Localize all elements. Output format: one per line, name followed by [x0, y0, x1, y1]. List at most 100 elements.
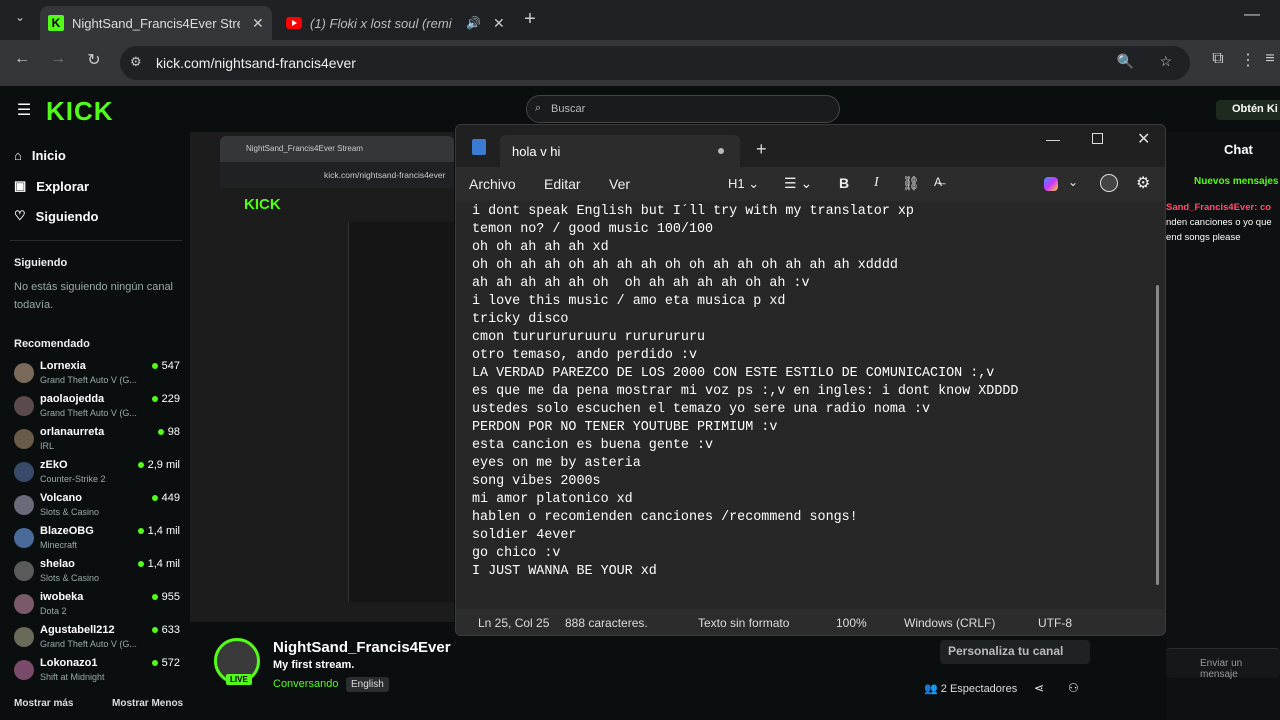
tab-kick[interactable]: K NightSand_Francis4Ever Stream ✕	[40, 6, 272, 40]
avatar	[14, 660, 34, 680]
close-icon[interactable]: ✕	[1137, 129, 1150, 149]
chat-title: Chat	[1224, 142, 1253, 157]
nav-following[interactable]: ♡ Siguiendo	[14, 208, 99, 224]
menu-editar[interactable]: Editar	[544, 176, 581, 192]
browser-toolbar: ← → ↻ ⚙ kick.com/nightsand-francis4ever …	[0, 40, 1280, 86]
notepad-editor[interactable]: i dont speak English but I´ll try with m…	[472, 203, 1152, 603]
channel-name[interactable]: NightSand_Francis4Ever	[273, 639, 451, 656]
channel-category: Slots & Casino	[40, 573, 100, 583]
customize-channel-button[interactable]: Personaliza tu canal	[940, 640, 1090, 664]
zoom-level[interactable]: 100%	[836, 616, 867, 630]
kick-favicon-icon: K	[48, 15, 64, 31]
share-icon[interactable]: ⋖	[1034, 681, 1044, 695]
hamburger-icon[interactable]: ☰	[12, 100, 36, 120]
get-kick-button[interactable]: Obtén Ki	[1216, 100, 1280, 120]
unsaved-dot-icon	[718, 148, 724, 154]
close-icon[interactable]: ✕	[493, 15, 505, 32]
chevron-down-icon[interactable]: ⌄	[1068, 175, 1078, 189]
avatar	[14, 495, 34, 515]
maximize-icon[interactable]	[1092, 133, 1103, 144]
notepad-app-icon	[472, 139, 486, 155]
avatar	[14, 561, 34, 581]
viewer-count: 1,4 mil	[138, 558, 180, 570]
zoom-icon[interactable]: 🔍	[1117, 53, 1134, 70]
new-tab-icon[interactable]: +	[756, 139, 767, 160]
search-input[interactable]: ⌕ Buscar	[526, 95, 840, 123]
text-line: tricky disco	[472, 312, 569, 327]
forward-icon[interactable]: →	[46, 50, 70, 68]
copilot-icon[interactable]	[1044, 177, 1058, 191]
close-icon[interactable]: ✕	[252, 15, 264, 32]
viewer-count: 1,4 mil	[138, 525, 180, 537]
text-line: temon no? / good music 100/100	[472, 222, 714, 237]
reading-list-icon[interactable]: ≡	[1258, 50, 1280, 68]
viewer-count: 955	[152, 591, 180, 603]
show-more-button[interactable]: Mostrar más	[14, 698, 73, 709]
new-tab-icon[interactable]: +	[518, 8, 542, 31]
video-player[interactable]: NightSand_Francis4Ever Stream kick.com/n…	[190, 132, 454, 622]
text-line: I JUST WANNA BE YOUR xd	[472, 564, 665, 579]
nested-recursion	[348, 222, 454, 602]
extensions-icon[interactable]: ⧉	[1206, 50, 1230, 68]
list-icon[interactable]: ☰ ⌄	[784, 175, 812, 192]
link-icon[interactable]: ⛓	[902, 175, 920, 192]
reload-icon[interactable]: ↻	[82, 50, 106, 70]
language-tag[interactable]: English	[346, 677, 389, 692]
avatar	[14, 363, 34, 383]
recommended-channel[interactable]: zEkO Counter-Strike 2 2,9 mil	[14, 459, 180, 492]
notepad-tab[interactable]: hola v hi	[500, 135, 740, 167]
category-link[interactable]: Conversando	[273, 678, 338, 690]
recommended-channel[interactable]: Lornexia Grand Theft Auto V (G... 547	[14, 360, 180, 393]
recommended-header: Recomendado	[14, 338, 90, 350]
recommended-channel[interactable]: Lokonazo1 Shift at Midnight 572	[14, 657, 180, 690]
nav-home[interactable]: ⌂ Inicio	[14, 148, 66, 163]
follow-icon[interactable]: ⚇	[1068, 681, 1079, 695]
minimize-icon[interactable]: —	[1240, 6, 1264, 24]
nav-explore[interactable]: ▣ Explorar	[14, 178, 89, 194]
clear-format-icon[interactable]: A̶	[934, 175, 942, 189]
nav-label: Siguiendo	[35, 208, 99, 224]
recommended-channel[interactable]: paolaojedda Grand Theft Auto V (G... 229	[14, 393, 180, 426]
account-icon[interactable]	[1100, 174, 1118, 192]
menu-icon[interactable]: ⋮	[1236, 50, 1260, 70]
gear-icon[interactable]: ⚙	[1136, 173, 1150, 193]
avatar	[14, 429, 34, 449]
menu-archivo[interactable]: Archivo	[469, 176, 516, 192]
recommended-channel[interactable]: orlanaurreta IRL 98	[14, 426, 180, 459]
minimize-icon[interactable]: —	[1046, 131, 1060, 147]
channel-category: Grand Theft Auto V (G...	[40, 375, 137, 385]
chat-input[interactable]: Enviar un mensaje	[1166, 648, 1280, 680]
cursor-position: Ln 25, Col 25	[478, 616, 550, 630]
nested-address: kick.com/nightsand-francis4ever	[220, 162, 454, 188]
scrollbar[interactable]	[1156, 285, 1159, 585]
tab-youtube[interactable]: (1) Floki x lost soul (remi 🔊 ✕	[280, 6, 508, 40]
viewer-count: 2,9 mil	[138, 459, 180, 471]
kick-logo[interactable]: KICK	[46, 96, 114, 127]
star-icon[interactable]: ☆	[1159, 53, 1172, 70]
recommended-channel[interactable]: Volcano Slots & Casino 449	[14, 492, 180, 525]
recommended-channel[interactable]: shelao Slots & Casino 1,4 mil	[14, 558, 180, 591]
site-info-icon[interactable]: ⚙	[130, 54, 142, 70]
recommended-channel[interactable]: iwobeka Dota 2 955	[14, 591, 180, 624]
new-messages-divider: Nuevos mensajes	[1194, 176, 1279, 187]
bold-icon[interactable]: B	[839, 175, 849, 191]
home-icon: ⌂	[14, 148, 22, 163]
text-line: PERDON POR NO TENER YOUTUBE PRIMIUM :v	[472, 420, 778, 435]
tab-search-icon[interactable]: ⌄	[8, 10, 32, 24]
channel-category: Counter-Strike 2	[40, 474, 106, 484]
viewer-count: 633	[152, 624, 180, 636]
heading-dropdown[interactable]: H1 ⌄	[728, 176, 759, 192]
recommended-channel[interactable]: Agustabell212 Grand Theft Auto V (G... 633	[14, 624, 180, 657]
back-icon[interactable]: ←	[10, 50, 34, 68]
chat-line: nden canciones o yo que	[1166, 217, 1272, 228]
address-bar[interactable]: ⚙ kick.com/nightsand-francis4ever 🔍 ☆	[120, 46, 1190, 80]
menu-ver[interactable]: Ver	[609, 176, 630, 192]
text-line: LA VERDAD PAREZCO DE LOS 2000 CON ESTE E…	[472, 366, 995, 381]
viewer-count: 98	[158, 426, 180, 438]
url-text: kick.com/nightsand-francis4ever	[156, 55, 356, 71]
show-less-button[interactable]: Mostrar Menos	[112, 698, 183, 709]
recommended-channel[interactable]: BlazeOBG Minecraft 1,4 mil	[14, 525, 180, 558]
italic-icon[interactable]: I	[874, 175, 879, 191]
speaker-icon[interactable]: 🔊	[466, 16, 481, 30]
channel-name: shelao	[40, 558, 75, 570]
